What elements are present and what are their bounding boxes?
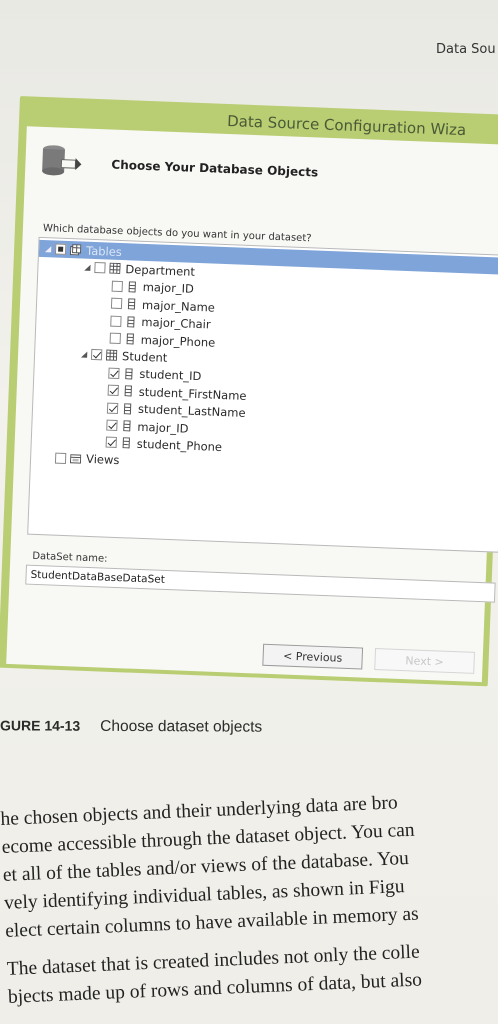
figure-caption: GURE 14-13 Choose dataset objects xyxy=(0,717,262,736)
column-icon xyxy=(121,437,137,450)
tree-item-label: student_FirstName xyxy=(138,384,247,403)
column-icon xyxy=(123,368,139,380)
tree-item-label: Student xyxy=(121,349,168,365)
column-icon xyxy=(126,298,142,310)
column-icon xyxy=(123,385,139,397)
checkbox[interactable] xyxy=(94,262,106,274)
wizard-body: Choose Your Database Objects Which datab… xyxy=(6,126,498,683)
figure-number: GURE 14-13 xyxy=(0,717,81,734)
dataset-name-label: DataSet name: xyxy=(32,550,108,565)
checkbox[interactable] xyxy=(105,436,117,449)
checkbox[interactable] xyxy=(110,297,123,310)
tree-item-label: student_ID xyxy=(139,367,202,384)
checkbox[interactable] xyxy=(106,419,118,431)
tree-item-label: major_ID xyxy=(137,419,189,436)
checkbox[interactable] xyxy=(108,367,120,379)
next-button[interactable]: Next > xyxy=(374,648,475,674)
previous-button[interactable]: < Previous xyxy=(262,643,364,670)
checkbox[interactable] xyxy=(109,332,121,345)
checkbox[interactable] xyxy=(107,384,119,397)
column-icon xyxy=(125,333,141,345)
expand-arrow-icon[interactable]: ◢ xyxy=(79,350,89,359)
dataset-name-input[interactable]: StudentDataBaseDataSet xyxy=(25,564,496,603)
column-icon xyxy=(125,315,141,328)
expand-arrow-icon[interactable]: ◢ xyxy=(82,263,92,272)
table-icon xyxy=(109,262,125,275)
column-icon xyxy=(121,420,137,432)
wizard-window: Data Source Configuration Wiza Choose Yo… xyxy=(0,96,498,687)
tree-item-label: major_Phone xyxy=(140,332,216,350)
checkbox[interactable] xyxy=(110,315,122,327)
tree-item-label: Department xyxy=(125,262,196,279)
tree-item[interactable]: ◢ Student xyxy=(79,346,168,366)
page-running-header: Data Sou xyxy=(436,42,496,57)
expand-arrow-icon[interactable]: ◢ xyxy=(43,244,53,253)
checkbox[interactable] xyxy=(111,280,123,292)
checkbox[interactable] xyxy=(90,349,103,361)
step-title: Choose Your Database Objects xyxy=(111,157,319,180)
tables-icon xyxy=(69,244,86,256)
tree-item-label: Tables xyxy=(85,243,123,259)
checkbox[interactable] xyxy=(106,402,119,414)
tree-item-label: Views xyxy=(85,452,120,468)
tree-item-label: student_LastName xyxy=(137,401,246,420)
database-objects-tree[interactable]: ◢ Tables ◢ Department major_ID major_Name majo… xyxy=(27,236,498,553)
checkbox[interactable] xyxy=(54,452,67,464)
views-icon xyxy=(69,453,86,465)
body-text: he chosen objects and their underlying d… xyxy=(0,783,498,1011)
column-icon xyxy=(122,402,138,415)
checkbox[interactable] xyxy=(54,243,67,255)
tree-item-label: student_Phone xyxy=(136,436,223,454)
database-icon xyxy=(42,145,82,176)
tree-item-label: major_ID xyxy=(142,280,195,297)
column-icon xyxy=(127,281,143,293)
tree-item-label: major_Name xyxy=(141,297,216,315)
figure-caption-text: Choose dataset objects xyxy=(100,717,263,736)
tree-item[interactable]: Views xyxy=(35,449,120,469)
table-icon xyxy=(105,349,122,362)
tree-item-label: major_Chair xyxy=(141,314,211,332)
